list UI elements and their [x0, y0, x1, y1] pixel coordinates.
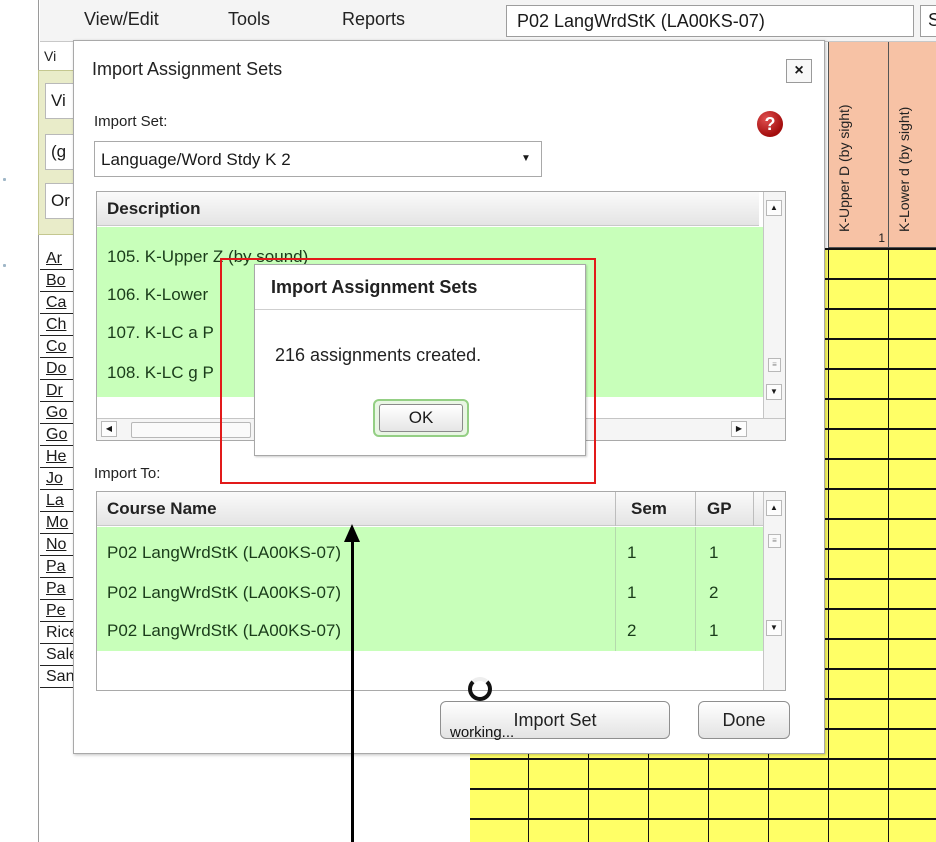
list-item[interactable]: 106. K-Lower [107, 285, 208, 305]
arrow-up-icon [344, 524, 360, 542]
left-strip [0, 0, 32, 842]
student-name[interactable]: Jo [46, 468, 63, 489]
grid-line [888, 248, 889, 842]
gp-header[interactable]: GP [707, 499, 732, 519]
student-name[interactable]: Pe [46, 600, 66, 621]
import-set-button-label: Import Set [513, 710, 597, 730]
ok-button[interactable]: OK [373, 399, 469, 437]
assignment-header[interactable]: K-Lower d (by sight) [888, 42, 936, 248]
chevron-up-icon[interactable]: ▲ [766, 200, 782, 216]
assignment-header-label: K-Lower d (by sight) [896, 106, 912, 232]
grid-line [828, 248, 829, 842]
course-select[interactable]: P02 LangWrdStK (LA00KS-07) [506, 5, 914, 37]
menu-tools[interactable]: Tools [228, 9, 270, 30]
alert-message: 216 assignments created. [275, 345, 482, 365]
working-indicator: working... [450, 724, 515, 741]
assignment-header-label: K-Upper D (by sight) [836, 104, 852, 232]
secondary-select[interactable]: S [920, 5, 936, 37]
course-name-header[interactable]: Course Name [107, 499, 217, 519]
student-name[interactable]: Bo [46, 270, 66, 291]
grid-line [470, 818, 936, 820]
student-name[interactable]: He [46, 446, 66, 467]
dialog-title: Import Assignment Sets [92, 59, 283, 79]
chevron-down-icon[interactable]: ▼ [766, 384, 782, 400]
import-to-label: Import To: [94, 465, 161, 482]
sem-header[interactable]: Sem [631, 499, 667, 519]
column-separator [615, 527, 616, 651]
chevron-down-icon[interactable]: ▼ [515, 147, 537, 171]
annotation-arrow-line [351, 540, 354, 842]
alert-divider [255, 309, 585, 310]
chevron-left-icon[interactable]: ◀ [101, 421, 117, 437]
scroll-thumb[interactable]: ≡ [768, 534, 781, 548]
close-icon[interactable]: × [786, 59, 812, 83]
edge-dot [3, 264, 6, 267]
student-name[interactable]: Do [46, 358, 66, 379]
course-row-gp[interactable]: 1 [709, 621, 718, 641]
courses-table: Course Name Sem GP P02 LangWrdStK (LA00K… [96, 491, 786, 691]
scroll-thumb[interactable]: ≡ [768, 358, 781, 372]
student-name[interactable]: Go [46, 402, 67, 423]
menu-view-edit[interactable]: View/Edit [84, 9, 159, 30]
chevron-right-icon[interactable]: ▶ [731, 421, 747, 437]
description-column-header[interactable]: Description [107, 199, 201, 219]
help-icon[interactable]: ? [757, 111, 783, 137]
grid-line [470, 758, 936, 760]
course-row-name[interactable]: P02 LangWrdStK (LA00KS-07) [107, 543, 341, 563]
column-separator [615, 492, 616, 526]
menu-reports[interactable]: Reports [342, 9, 405, 30]
column-separator [753, 492, 754, 526]
student-name[interactable]: Ca [46, 292, 66, 313]
assignment-header-number: 1 [878, 231, 885, 245]
chevron-down-icon[interactable]: ▼ [766, 620, 782, 636]
import-set-label: Import Set: [94, 113, 168, 130]
student-name[interactable]: Ar [46, 248, 62, 269]
alert-dialog: Import Assignment Sets 216 assignments c… [254, 264, 586, 456]
student-name[interactable]: No [46, 534, 66, 555]
secondary-select-value: S [928, 10, 936, 30]
course-row-gp[interactable]: 2 [709, 583, 718, 603]
courses-header: Course Name Sem GP [97, 492, 763, 526]
spinner-icon [468, 677, 492, 701]
list-item[interactable]: 107. K-LC a P [107, 323, 214, 343]
import-set-value: Language/Word Stdy K 2 [101, 150, 291, 169]
grid-line [470, 788, 936, 790]
menubar: View/Edit Tools Reports P02 LangWrdStK (… [40, 0, 936, 42]
student-name[interactable]: Co [46, 336, 66, 357]
course-select-value: P02 LangWrdStK (LA00KS-07) [517, 11, 765, 31]
done-button[interactable]: Done [698, 701, 790, 739]
assignment-header[interactable]: K-Upper D (by sight) 1 [828, 42, 888, 248]
edge-dot [3, 178, 6, 181]
student-name[interactable]: La [46, 490, 64, 511]
alert-title: Import Assignment Sets [271, 277, 478, 297]
import-set-select[interactable]: Language/Word Stdy K 2 ▼ [94, 141, 542, 177]
course-row-sem[interactable]: 1 [627, 543, 636, 563]
course-rows: P02 LangWrdStK (LA00KS-07) 1 1 P02 LangW… [97, 527, 763, 651]
student-name[interactable]: Pa [46, 578, 66, 599]
student-name[interactable]: Pa [46, 556, 66, 577]
description-header: Description [97, 192, 759, 226]
chevron-up-icon[interactable]: ▲ [766, 500, 782, 516]
course-row-sem[interactable]: 1 [627, 583, 636, 603]
student-name[interactable]: Go [46, 424, 67, 445]
column-separator [695, 492, 696, 526]
student-name[interactable]: Dr [46, 380, 63, 401]
course-row-name[interactable]: P02 LangWrdStK (LA00KS-07) [107, 621, 341, 641]
description-vscroll[interactable]: ▲ ≡ ▼ [763, 192, 785, 418]
student-name[interactable]: Ch [46, 314, 66, 335]
student-name[interactable]: Mo [46, 512, 68, 533]
course-row-sem[interactable]: 2 [627, 621, 636, 641]
list-item[interactable]: 108. K-LC g P [107, 363, 214, 383]
courses-vscroll[interactable]: ▲ ≡ ▼ [763, 492, 785, 690]
course-row-gp[interactable]: 1 [709, 543, 718, 563]
ok-button-label: OK [379, 404, 463, 432]
column-separator [695, 527, 696, 651]
course-row-name[interactable]: P02 LangWrdStK (LA00KS-07) [107, 583, 341, 603]
